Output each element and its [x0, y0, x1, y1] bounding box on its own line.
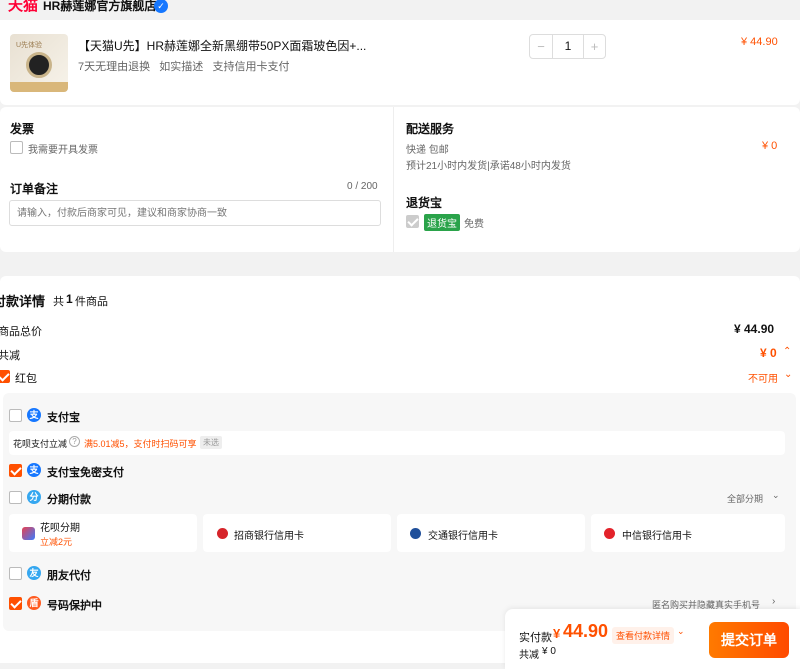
cmb-bank-icon [217, 528, 228, 539]
alipay-label[interactable]: 支付宝 [47, 409, 80, 425]
item-count-pre: 共 [53, 296, 64, 308]
invoice-title: 发票 [10, 122, 35, 136]
citic-bank-icon [604, 528, 615, 539]
chevron-down-icon[interactable]: ⌄ [772, 490, 780, 501]
footer-discount-label: 共减 [519, 650, 539, 661]
huabei-promo: 满5.01减5，支付时扫码可享 [84, 439, 197, 449]
view-payment-detail-link[interactable]: 查看付款详情 [612, 627, 675, 644]
total-value: ¥ 44.90 [734, 322, 775, 336]
footer-discount: ¥ 0 [542, 646, 556, 657]
item-service-tags: 7天无理由退换 如实描述 支持信用卡支付 [78, 61, 290, 73]
return-title: 退货宝 [406, 196, 443, 210]
submit-order-label: 提交订单 [721, 632, 777, 648]
thumb-text: U先体验 [16, 42, 43, 49]
installment-option-huabei[interactable] [9, 514, 197, 552]
return-free: 免费 [464, 219, 484, 230]
discount-label: 共减 [0, 350, 20, 362]
return-checkbox [406, 215, 419, 228]
huabei-tag: 未选 [200, 436, 222, 449]
alipay-checkbox[interactable] [9, 409, 22, 422]
delivery-method: 快递 包邮 [406, 145, 449, 156]
item-thumbnail[interactable]: U先体验 [10, 34, 68, 92]
huabei-label: 花呗支付立减 [13, 439, 68, 449]
item-title[interactable]: 【天猫U先】HR赫莲娜全新黑绷带50PX面霜玻色因+... [78, 37, 366, 54]
return-badge: 退货宝 [424, 214, 460, 231]
friend-pay-label[interactable]: 朋友代付 [47, 567, 91, 583]
delivery-title: 配送服务 [406, 122, 455, 136]
installment-label[interactable]: 分期付款 [47, 491, 91, 507]
installment-icon: 分 [27, 490, 41, 504]
chevron-down-icon[interactable]: ⌄ [784, 369, 792, 380]
card-divider [393, 107, 394, 252]
chevron-down-icon[interactable]: ⌄ [677, 626, 685, 637]
citic-card-label: 中信银行信用卡 [622, 531, 692, 542]
help-icon[interactable]: ? [69, 436, 80, 447]
order-options-card: 发票 我需要开具发票 订单备注 0 / 200 配送服务 快递 包邮 预计21小… [0, 107, 800, 252]
shop-name[interactable]: HR赫莲娜官方旗舰店 [43, 0, 156, 14]
huabei-installment-sub: 立减2元 [40, 537, 73, 547]
total-label: 商品总价 [0, 326, 42, 338]
redpack-label: 红包 [15, 373, 37, 385]
item-price: ¥ 44.90 [741, 36, 778, 48]
pay-amount-label: 实付款 [519, 632, 552, 644]
decrement-button[interactable]: − [530, 35, 553, 58]
bocom-card-label: 交通银行信用卡 [428, 531, 498, 542]
redpack-status[interactable]: 不可用 [748, 370, 778, 385]
invoice-checkbox[interactable] [10, 141, 23, 154]
product-jar-icon [26, 52, 52, 78]
shield-icon: 盾 [27, 596, 41, 610]
item-count-post: 件商品 [75, 296, 108, 308]
note-title: 订单备注 [10, 182, 59, 196]
discount-value: ¥ 0 [760, 346, 777, 360]
chevron-up-icon[interactable]: ⌃ [783, 346, 791, 357]
quantity-stepper: − 1 + [529, 34, 606, 59]
quantity-value[interactable]: 1 [553, 35, 583, 58]
pay-amount: 44.90 [563, 621, 609, 641]
payment-detail-title: 付款详情 [0, 294, 46, 309]
friend-pay-icon: 友 [27, 566, 41, 580]
installment-checkbox[interactable] [9, 491, 22, 504]
alipay-free-label[interactable]: 支付宝免密支付 [47, 464, 124, 480]
privacy-checkbox[interactable] [9, 597, 22, 610]
friend-pay-checkbox[interactable] [9, 567, 22, 580]
submit-order-button[interactable]: 提交订单 [709, 622, 789, 658]
invoice-option-label[interactable]: 我需要开具发票 [28, 141, 98, 156]
item-count: 1 [66, 292, 73, 306]
alipay-icon: 支 [27, 408, 41, 422]
redpack-checkbox[interactable] [0, 370, 10, 383]
bocom-bank-icon [410, 528, 421, 539]
huabei-installment-icon [22, 527, 35, 540]
payment-card: 付款详情 共 1 件商品 商品总价 ¥ 44.90 共减 ¥ 0 ⌃ 红包 不可… [0, 276, 800, 663]
installment-all-link[interactable]: 全部分期 [727, 492, 763, 505]
increment-button[interactable]: + [583, 35, 605, 58]
payment-methods-box [3, 393, 796, 631]
alipay-free-checkbox[interactable] [9, 464, 22, 477]
chevron-right-icon[interactable]: › [772, 596, 775, 607]
privacy-label[interactable]: 号码保护中 [47, 597, 102, 613]
cmb-card-label: 招商银行信用卡 [234, 531, 304, 542]
delivery-price: ¥ 0 [762, 140, 778, 152]
note-input[interactable] [9, 200, 381, 226]
checkout-bar: 实付款 ¥ 44.90 查看付款详情 ⌄ 共减 ¥ 0 提交订单 [505, 609, 800, 669]
item-card: U先体验 【天猫U先】HR赫莲娜全新黑绷带50PX面霜玻色因+... 7天无理由… [0, 20, 800, 105]
huabei-installment-name: 花呗分期 [40, 523, 80, 534]
pay-amount-yen: ¥ [553, 626, 561, 641]
verified-badge-icon: ✓ [154, 0, 168, 13]
tmall-logo[interactable]: 天猫 [8, 0, 38, 15]
alipay-free-icon: 支 [27, 463, 41, 477]
note-char-count: 0 / 200 [347, 181, 378, 192]
delivery-eta: 预计21小时内发货|承诺48小时内发货 [406, 161, 571, 172]
